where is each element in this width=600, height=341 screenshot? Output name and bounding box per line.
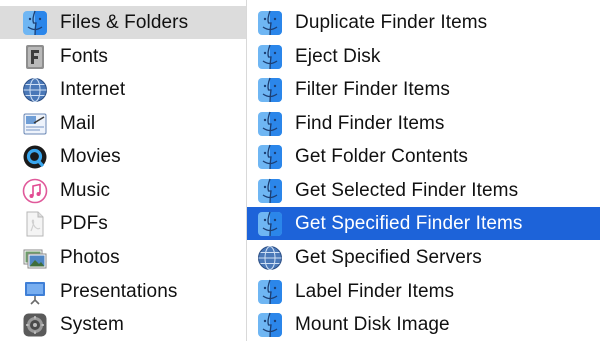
- action-label: Filter Finder Items: [295, 78, 450, 100]
- action-label: Get Specified Servers: [295, 246, 482, 268]
- category-label: Movies: [60, 145, 121, 167]
- category-label: Music: [60, 179, 111, 201]
- category-label: Mail: [60, 112, 96, 134]
- action-get-folder-contents[interactable]: Get Folder Contents: [247, 140, 600, 173]
- finder-icon: [258, 178, 282, 203]
- category-fonts[interactable]: Fonts: [0, 40, 246, 73]
- pdf-icon: [26, 211, 44, 236]
- finder-icon: [258, 211, 282, 236]
- category-list: Files & Folders Fonts Internet Mail Movi…: [0, 0, 246, 341]
- action-eject-disk[interactable]: Eject Disk: [247, 40, 600, 73]
- category-label: Files & Folders: [60, 11, 189, 33]
- action-label: Duplicate Finder Items: [295, 11, 488, 33]
- category-internet[interactable]: Internet: [0, 73, 246, 106]
- category-mail[interactable]: Mail: [0, 107, 246, 140]
- action-label: Get Selected Finder Items: [295, 179, 519, 201]
- fonts-icon: [26, 44, 44, 69]
- action-find-finder-items[interactable]: Find Finder Items: [247, 107, 600, 140]
- finder-icon: [258, 77, 282, 102]
- quicktime-icon: [23, 145, 47, 168]
- category-label: Presentations: [60, 280, 178, 302]
- finder-icon: [258, 279, 282, 304]
- action-label: Get Folder Contents: [295, 145, 468, 167]
- system-preferences-icon: [23, 313, 47, 336]
- photos-icon: [23, 249, 47, 268]
- action-label-finder-items[interactable]: Label Finder Items: [247, 275, 600, 308]
- finder-icon: [23, 10, 47, 35]
- action-filter-finder-items[interactable]: Filter Finder Items: [247, 73, 600, 106]
- automator-library-browser: Files & Folders Fonts Internet Mail Movi…: [0, 0, 600, 341]
- category-music[interactable]: Music: [0, 174, 246, 207]
- category-files-folders[interactable]: Files & Folders: [0, 6, 246, 39]
- mail-icon: [23, 113, 47, 134]
- action-label: Get Specified Finder Items: [295, 212, 523, 234]
- finder-icon: [258, 10, 282, 35]
- finder-icon: [258, 44, 282, 69]
- category-system[interactable]: System: [0, 308, 246, 341]
- category-label: PDFs: [60, 212, 108, 234]
- action-label: Label Finder Items: [295, 280, 455, 302]
- action-label: Find Finder Items: [295, 112, 445, 134]
- action-get-specified-servers[interactable]: Get Specified Servers: [247, 241, 600, 274]
- globe-icon: [258, 245, 282, 270]
- category-label: Photos: [60, 246, 120, 268]
- action-get-specified-finder-items[interactable]: Get Specified Finder Items: [247, 207, 600, 240]
- finder-icon: [258, 312, 282, 337]
- action-duplicate-finder-items[interactable]: Duplicate Finder Items: [247, 6, 600, 39]
- category-label: Fonts: [60, 45, 109, 67]
- action-label: Eject Disk: [295, 45, 381, 67]
- finder-icon: [258, 144, 282, 169]
- category-movies[interactable]: Movies: [0, 140, 246, 173]
- category-label: Internet: [60, 78, 126, 100]
- category-photos[interactable]: Photos: [0, 241, 246, 274]
- action-get-selected-finder-items[interactable]: Get Selected Finder Items: [247, 174, 600, 207]
- category-label: System: [60, 313, 124, 335]
- category-presentations[interactable]: Presentations: [0, 275, 246, 308]
- music-icon: [22, 178, 48, 203]
- action-list: Duplicate Finder Items Eject Disk Filter…: [247, 0, 600, 341]
- action-label: Mount Disk Image: [295, 313, 450, 335]
- action-mount-disk-image[interactable]: Mount Disk Image: [247, 308, 600, 341]
- globe-icon: [23, 77, 47, 102]
- keynote-icon: [25, 281, 45, 305]
- category-pdfs[interactable]: PDFs: [0, 207, 246, 240]
- finder-icon: [258, 111, 282, 136]
